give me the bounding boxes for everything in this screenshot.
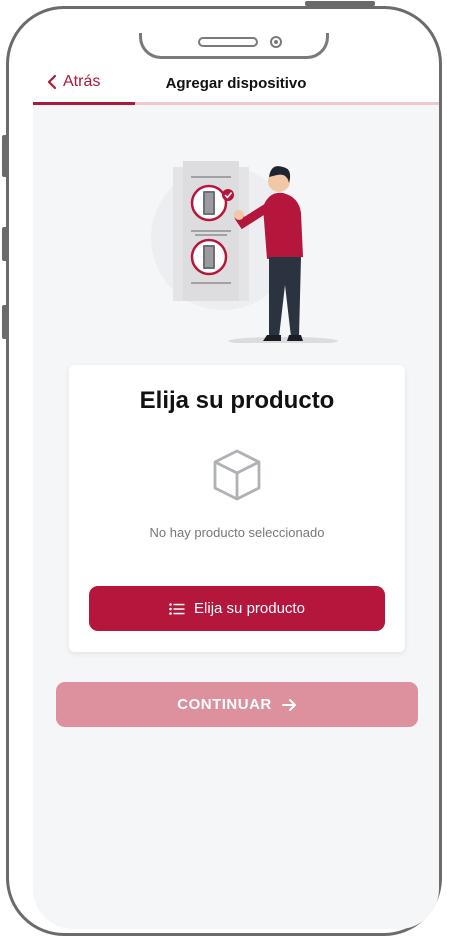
speaker: [198, 37, 258, 47]
progress-fill: [33, 102, 135, 105]
empty-state-text: No hay producto seleccionado: [149, 525, 325, 540]
continue-label: CONTINUAR: [177, 696, 272, 713]
notch: [139, 33, 329, 59]
power-button: [305, 1, 375, 6]
list-icon: [169, 602, 185, 615]
volume-down-button: [2, 305, 8, 339]
choose-product-label: Elija su producto: [194, 600, 305, 617]
card-title: Elija su producto: [139, 387, 335, 414]
camera: [270, 36, 282, 48]
app-screen: Atrás Agregar dispositivo Elija su produ…: [33, 33, 439, 929]
choose-product-button[interactable]: Elija su producto: [89, 586, 385, 631]
page-title: Agregar dispositivo: [165, 75, 307, 92]
product-card: Elija su producto No hay producto selecc…: [69, 365, 405, 652]
arrow-right-icon: [281, 698, 296, 711]
volume-up-button: [2, 227, 8, 261]
product-selection-illustration: [151, 161, 338, 343]
box-icon: [213, 449, 261, 501]
mute-switch: [2, 135, 8, 177]
progress-bar: [33, 102, 439, 105]
phone-frame: Atrás Agregar dispositivo Elija su produ…: [2, 1, 442, 936]
continue-button[interactable]: CONTINUAR: [56, 682, 418, 727]
